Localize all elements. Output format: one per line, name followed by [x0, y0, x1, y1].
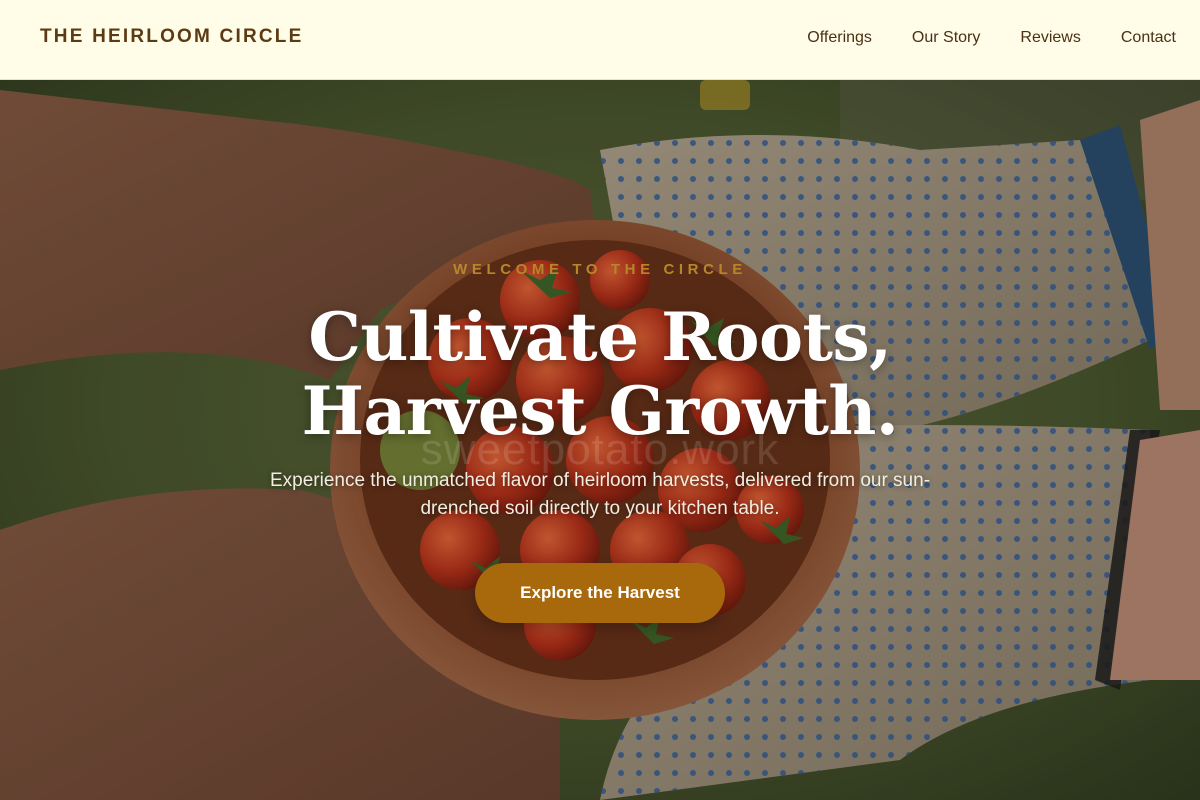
landing-page: THE HEIRLOOM CIRCLE Offerings Our Story … [0, 0, 1200, 800]
hero-section: WELCOME TO THE CIRCLE Cultivate Roots, H… [0, 80, 1200, 800]
nav-link-our-story[interactable]: Our Story [912, 29, 980, 47]
hero-eyebrow: WELCOME TO THE CIRCLE [453, 261, 747, 278]
brand-logo[interactable]: THE HEIRLOOM CIRCLE [40, 26, 303, 48]
nav-link-offerings[interactable]: Offerings [807, 29, 872, 47]
explore-harvest-button[interactable]: Explore the Harvest [475, 563, 725, 623]
hero-content: WELCOME TO THE CIRCLE Cultivate Roots, H… [0, 80, 1200, 800]
nav-link-contact[interactable]: Contact [1121, 29, 1176, 47]
nav-link-reviews[interactable]: Reviews [1020, 29, 1080, 47]
site-header: THE HEIRLOOM CIRCLE Offerings Our Story … [0, 0, 1200, 80]
main-nav: Offerings Our Story Reviews Contact [807, 29, 1176, 47]
hero-subtext: Experience the unmatched flavor of heirl… [269, 470, 931, 519]
hero-headline-line-1: Cultivate Roots, [308, 298, 892, 376]
